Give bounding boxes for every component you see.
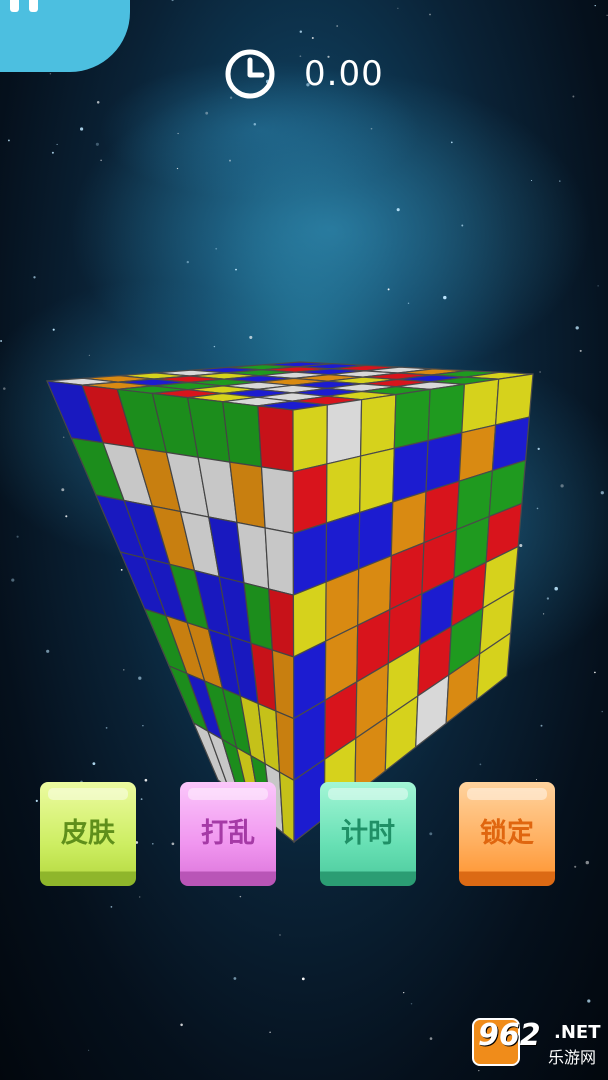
rubiks-cube[interactable] — [0, 0, 608, 1080]
timing-button[interactable]: 计时 — [320, 782, 416, 886]
watermark-suffix: .NET — [554, 1022, 601, 1043]
face-shading — [47, 381, 294, 842]
timing-button-label: 计时 — [341, 817, 395, 849]
watermark-sub: 乐游网 — [548, 1048, 597, 1067]
shuffle-button-label: 打乱 — [201, 817, 255, 849]
watermark-brand: 962 — [478, 1018, 541, 1053]
shuffle-button[interactable]: 打乱 — [180, 782, 276, 886]
cube-sticker — [359, 393, 397, 457]
skin-button-label: 皮肤 — [61, 817, 115, 849]
lock-button[interactable]: 锁定 — [459, 782, 555, 886]
cube-sticker — [461, 378, 500, 434]
lock-button-label: 锁定 — [480, 817, 534, 849]
skin-button[interactable]: 皮肤 — [40, 782, 136, 886]
cube-left-face[interactable] — [46, 380, 295, 844]
cube-sticker — [292, 404, 328, 473]
cube-sticker — [325, 455, 362, 524]
cube-sticker — [393, 388, 431, 450]
cube-sticker — [292, 463, 328, 535]
cube-sticker — [326, 399, 363, 465]
cube-right-face[interactable] — [292, 373, 534, 844]
site-watermark: 962 .NET 乐游网 — [472, 1018, 602, 1070]
cube-sticker — [427, 383, 466, 442]
